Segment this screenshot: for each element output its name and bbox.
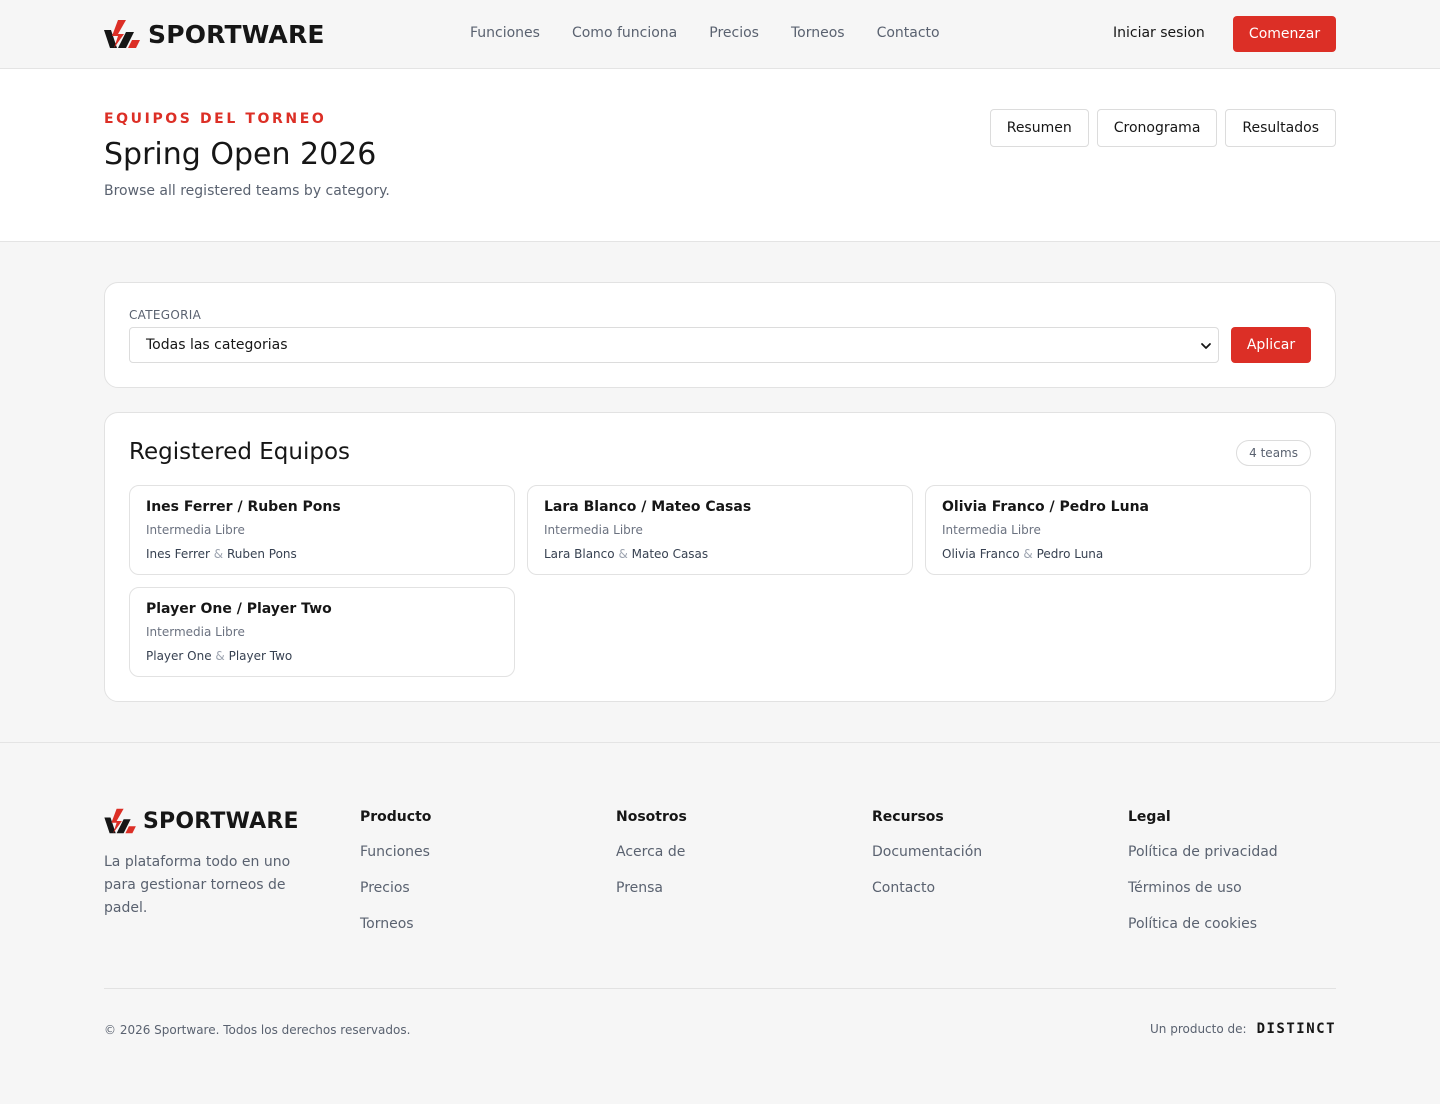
tournament-hero: EQUIPOS DEL TORNEO Spring Open 2026 Brow… <box>0 69 1440 242</box>
ampersand: & <box>618 547 628 561</box>
nav-torneos[interactable]: Torneos <box>791 25 845 41</box>
teams-card: Registered Equipos 4 teams Ines Ferrer /… <box>104 412 1336 702</box>
team-players: Ines Ferrer & Ruben Pons <box>146 547 297 561</box>
footer-link-documentacion[interactable]: Documentación <box>872 844 982 861</box>
player-name: Player Two <box>228 649 293 663</box>
teams-title: Registered Equipos <box>129 439 351 465</box>
tab-resultados[interactable]: Resultados <box>1225 109 1336 147</box>
category-label: CATEGORIA <box>129 308 202 322</box>
apply-button[interactable]: Aplicar <box>1231 327 1311 363</box>
team-name: Lara Blanco / Mateo Casas <box>544 499 752 515</box>
footer-logo[interactable]: SPORTWARE <box>104 807 299 835</box>
player-name: Ines Ferrer <box>146 547 210 561</box>
team-category: Intermedia Libre <box>146 523 245 537</box>
start-button[interactable]: Comenzar <box>1233 16 1336 52</box>
player-name: Mateo Casas <box>631 547 709 561</box>
maker-logo[interactable]: DISTINCT <box>1257 1021 1336 1037</box>
tab-resumen[interactable]: Resumen <box>989 109 1089 147</box>
ampersand: & <box>215 649 225 663</box>
team-card[interactable]: Ines Ferrer / Ruben Pons Intermedia Libr… <box>129 485 515 575</box>
footer-column-title: Nosotros <box>616 809 687 825</box>
team-card[interactable]: Olivia Franco / Pedro Luna Intermedia Li… <box>925 485 1311 575</box>
player-name: Pedro Luna <box>1036 547 1104 561</box>
footer-column-legal: Legal Política de privacidad Términos de… <box>1128 809 1278 952</box>
nav-funciones[interactable]: Funciones <box>470 25 540 41</box>
footer-divider <box>104 988 1336 989</box>
category-select-value: Todas las categorias <box>146 337 288 353</box>
footer-column-title: Recursos <box>872 809 944 825</box>
site-footer: SPORTWARE La plataforma todo en uno para… <box>0 742 1440 1104</box>
page-subtitle: Browse all registered teams by category. <box>104 183 390 199</box>
team-card[interactable]: Lara Blanco / Mateo Casas Intermedia Lib… <box>527 485 913 575</box>
footer-column-title: Producto <box>360 809 432 825</box>
copyright-text: © 2026 Sportware. Todos los derechos res… <box>104 1023 411 1037</box>
footer-brand-name: SPORTWARE <box>143 808 299 834</box>
page-title: Spring Open 2026 <box>104 137 377 172</box>
product-of-label: Un producto de: <box>1150 1022 1247 1036</box>
ampersand: & <box>1023 547 1033 561</box>
team-players: Player One & Player Two <box>146 649 292 663</box>
chevron-down-icon <box>1201 343 1211 349</box>
team-card[interactable]: Player One / Player Two Intermedia Libre… <box>129 587 515 677</box>
footer-column-title: Legal <box>1128 809 1171 825</box>
category-filter-card: CATEGORIA Todas las categorias Aplicar <box>104 282 1336 388</box>
footer-link-funciones[interactable]: Funciones <box>360 844 431 861</box>
team-name: Player One / Player Two <box>146 601 332 617</box>
nav-como-funciona[interactable]: Como funciona <box>572 25 677 41</box>
top-navbar: SPORTWARE Funciones Como funciona Precio… <box>0 0 1440 69</box>
team-name: Ines Ferrer / Ruben Pons <box>146 499 341 515</box>
team-players: Olivia Franco & Pedro Luna <box>942 547 1103 561</box>
team-category: Intermedia Libre <box>146 625 245 639</box>
player-name: Lara Blanco <box>544 547 615 561</box>
nav-precios[interactable]: Precios <box>709 25 759 41</box>
footer-column-recursos: Recursos Documentación Contacto <box>872 809 982 916</box>
sportware-logo-icon <box>104 20 140 48</box>
player-name: Player One <box>146 649 212 663</box>
team-players: Lara Blanco & Mateo Casas <box>544 547 708 561</box>
tab-cronograma[interactable]: Cronograma <box>1096 109 1218 147</box>
team-count-badge: 4 teams <box>1236 440 1311 466</box>
category-select[interactable]: Todas las categorias <box>129 327 1219 363</box>
footer-link-acerca-de[interactable]: Acerca de <box>616 844 687 861</box>
footer-link-precios[interactable]: Precios <box>360 880 431 897</box>
login-link[interactable]: Iniciar sesion <box>1113 25 1205 41</box>
brand-name: SPORTWARE <box>148 19 325 49</box>
brand-logo[interactable]: SPORTWARE <box>104 18 325 50</box>
team-name: Olivia Franco / Pedro Luna <box>942 499 1149 515</box>
footer-link-cookies[interactable]: Política de cookies <box>1128 916 1278 933</box>
product-of: Un producto de: DISTINCT <box>1150 1021 1336 1037</box>
player-name: Ruben Pons <box>226 547 297 561</box>
footer-link-terminos[interactable]: Términos de uso <box>1128 880 1278 897</box>
footer-column-nosotros: Nosotros Acerca de Prensa <box>616 809 687 916</box>
tournament-tabs: Resumen Cronograma Resultados <box>989 109 1336 147</box>
sportware-logo-icon <box>104 808 136 834</box>
footer-link-prensa[interactable]: Prensa <box>616 880 687 897</box>
section-eyebrow: EQUIPOS DEL TORNEO <box>104 111 327 127</box>
footer-tagline: La plataforma todo en uno para gestionar… <box>104 854 291 916</box>
footer-link-torneos[interactable]: Torneos <box>360 916 431 933</box>
footer-link-privacidad[interactable]: Política de privacidad <box>1128 844 1278 861</box>
main-nav: Funciones Como funciona Precios Torneos … <box>470 25 940 41</box>
team-category: Intermedia Libre <box>942 523 1041 537</box>
ampersand: & <box>213 547 224 561</box>
player-name: Olivia Franco <box>942 547 1020 561</box>
team-category: Intermedia Libre <box>544 523 643 537</box>
footer-link-contacto[interactable]: Contacto <box>872 880 982 897</box>
footer-column-producto: Producto Funciones Precios Torneos <box>360 809 431 952</box>
nav-contacto[interactable]: Contacto <box>877 25 940 41</box>
